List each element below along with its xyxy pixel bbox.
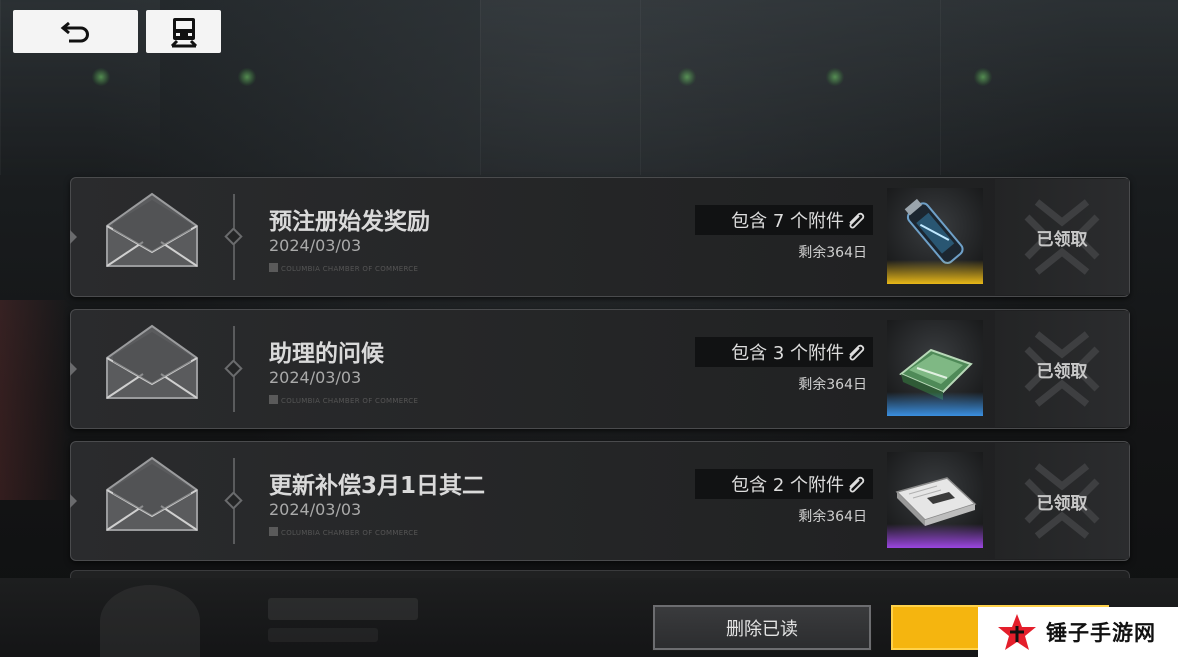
claim-status: 已领取 xyxy=(995,311,1129,427)
background-glow xyxy=(0,300,70,500)
paperclip-icon xyxy=(849,212,865,229)
mail-title: 更新补偿3月1日其二 xyxy=(269,473,486,499)
attachment-count: 包含 2 个附件 xyxy=(695,469,873,499)
mail-title: 助理的问候 xyxy=(269,341,384,367)
mail-card[interactable]: 助理的问候 2024/03/03 COLUMBIA CHAMBER OF COM… xyxy=(70,309,1130,429)
mail-card[interactable]: 更新补偿3月1日其二 2024/03/03 COLUMBIA CHAMBER O… xyxy=(70,441,1130,561)
train-icon xyxy=(170,17,197,47)
claim-status-label: 已领取 xyxy=(1036,493,1088,514)
watermark-text: 锤子手游网 xyxy=(1046,621,1156,645)
claim-status: 已领取 xyxy=(995,443,1129,559)
reward-item[interactable] xyxy=(887,452,983,548)
reward-item[interactable] xyxy=(887,320,983,416)
background-light xyxy=(92,68,110,86)
diamond-icon xyxy=(224,491,243,510)
claim-status-label: 已领取 xyxy=(1036,229,1088,250)
envelope-silhouette xyxy=(100,585,200,657)
background-light xyxy=(238,68,256,86)
opened-envelope-icon xyxy=(106,324,198,399)
mail-sender: COLUMBIA CHAMBER OF COMMERCE xyxy=(269,263,418,273)
remaining-days: 剩余364日 xyxy=(798,509,867,525)
back-button[interactable] xyxy=(13,10,138,53)
mail-sender: COLUMBIA CHAMBER OF COMMERCE xyxy=(269,395,418,405)
claim-status-label: 已领取 xyxy=(1036,361,1088,382)
remaining-days: 剩余364日 xyxy=(798,245,867,261)
remaining-days: 剩余364日 xyxy=(798,377,867,393)
mail-date: 2024/03/03 xyxy=(269,236,362,255)
watermark: 锤子手游网 xyxy=(978,607,1178,657)
back-arrow-icon xyxy=(60,21,89,42)
rarity-bar xyxy=(887,260,983,284)
mail-date: 2024/03/03 xyxy=(269,368,362,387)
train-button[interactable] xyxy=(146,10,221,53)
mail-sender: COLUMBIA CHAMBER OF COMMERCE xyxy=(269,527,418,537)
text-placeholder xyxy=(268,628,378,642)
attachment-count-label: 包含 2 个附件 xyxy=(731,475,844,496)
text-placeholder xyxy=(268,598,418,620)
delete-read-button[interactable]: 删除已读 xyxy=(652,604,872,651)
opened-envelope-icon xyxy=(106,192,198,267)
background-light xyxy=(678,68,696,86)
rarity-bar xyxy=(887,524,983,548)
background-panel xyxy=(480,0,640,175)
mail-title: 预注册始发奖励 xyxy=(269,209,430,235)
paperclip-icon xyxy=(849,344,865,361)
mail-date: 2024/03/03 xyxy=(269,500,362,519)
background-light xyxy=(826,68,844,86)
background-panel xyxy=(640,0,940,175)
attachment-count: 包含 3 个附件 xyxy=(695,337,873,367)
attachment-count: 包含 7 个附件 xyxy=(695,205,873,235)
attachment-count-label: 包含 3 个附件 xyxy=(731,343,844,364)
mail-card[interactable]: 预注册始发奖励 2024/03/03 COLUMBIA CHAMBER OF C… xyxy=(70,177,1130,297)
background-panel xyxy=(940,0,1178,175)
paperclip-icon xyxy=(849,476,865,493)
hammer-logo-icon xyxy=(998,614,1036,650)
background-light xyxy=(974,68,992,86)
diamond-icon xyxy=(224,227,243,246)
attachment-count-label: 包含 7 个附件 xyxy=(731,211,844,232)
claim-status: 已领取 xyxy=(995,179,1129,295)
opened-envelope-icon xyxy=(106,456,198,531)
diamond-icon xyxy=(224,359,243,378)
rarity-bar xyxy=(887,392,983,416)
reward-item[interactable] xyxy=(887,188,983,284)
